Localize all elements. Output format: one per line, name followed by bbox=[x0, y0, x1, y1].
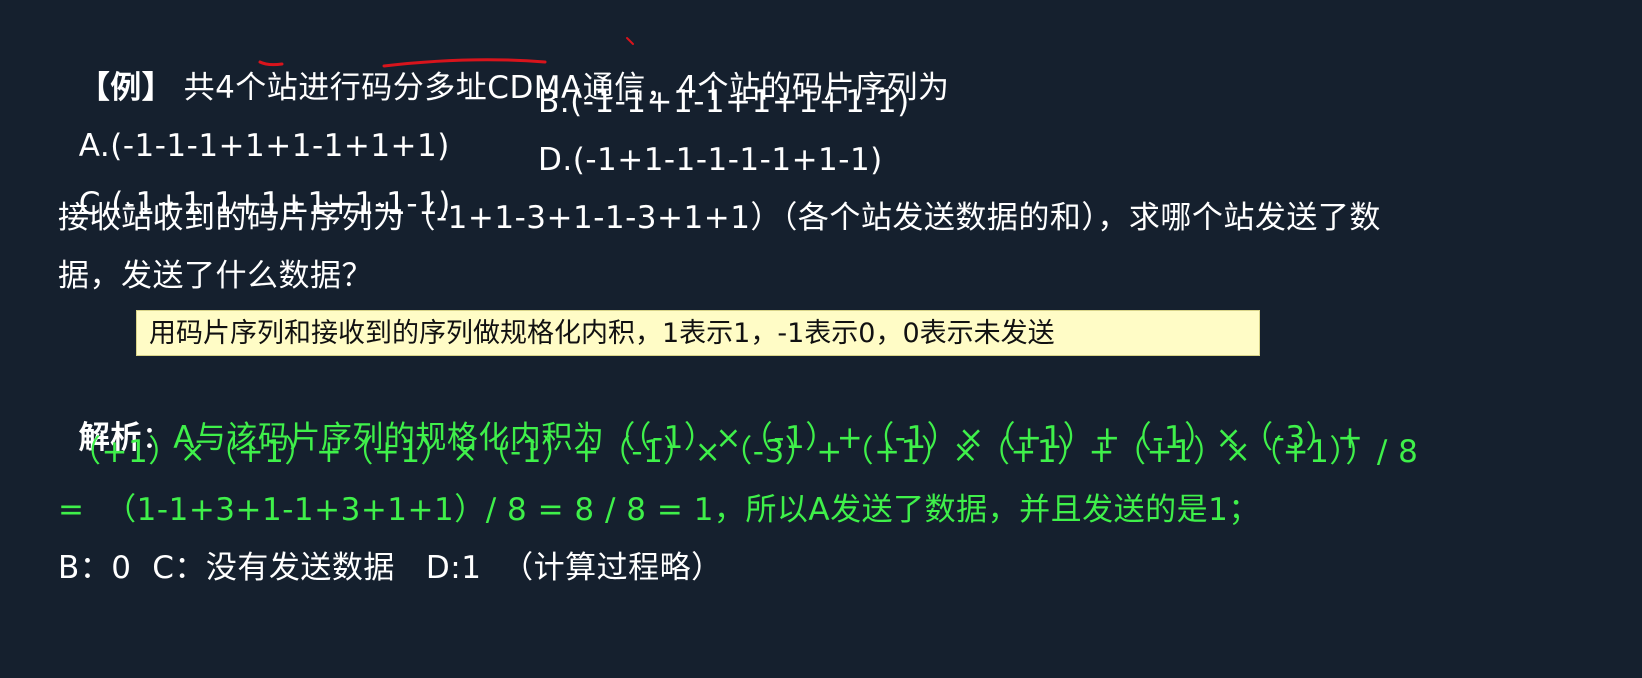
option-d: D.(-1+1-1-1-1-1+1-1) bbox=[538, 142, 883, 178]
analysis-line-4: B：0 C：没有发送数据 D:1 （计算过程略） bbox=[58, 550, 723, 586]
question-line-2: 据，发送了什么数据？ bbox=[58, 258, 373, 294]
option-b: B.(-1-1+1-1+1+1+1-1) bbox=[538, 84, 910, 120]
analysis-line-2: （+1）×（+1）+（+1）×（-1）+（-1）×（-3）+（+1）×（+1）+… bbox=[70, 434, 1419, 470]
question-line-1: 接收站收到的码片序列为（-1+1-3+1-1-3+1+1）（各个站发送数据的和）… bbox=[58, 200, 1381, 236]
hint-text: 用码片序列和接收到的序列做规格化内积，1表示1，-1表示0，0表示未发送 bbox=[149, 318, 1055, 349]
hint-box: 用码片序列和接收到的序列做规格化内积，1表示1，-1表示0，0表示未发送 bbox=[136, 310, 1260, 356]
analysis-line-3: = （1-1+3+1-1+3+1+1）/ 8 = 8 / 8 = 1，所以A发送… bbox=[58, 492, 1260, 528]
